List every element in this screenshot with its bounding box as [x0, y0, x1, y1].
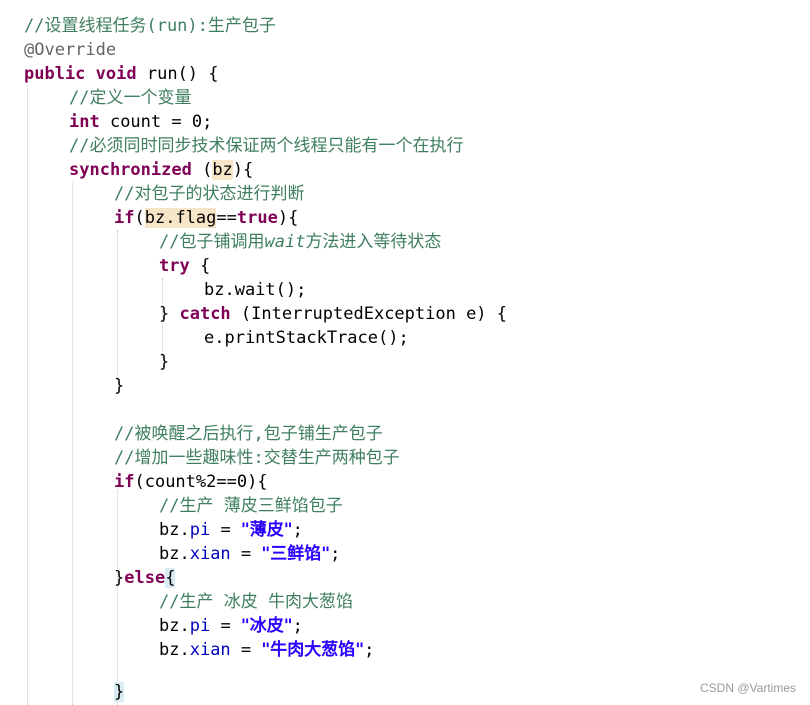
indent-guide: [72, 182, 73, 705]
code-line: //对包子的状态进行判断: [114, 182, 304, 206]
code-line: //设置线程任务(run):生产包子: [24, 14, 276, 38]
code-text: bz.: [159, 544, 190, 564]
code-text: run() {: [136, 64, 219, 84]
code-comment: wait: [264, 232, 306, 252]
code-editor[interactable]: //设置线程任务(run):生产包子 @Override public void…: [0, 0, 810, 705]
code-text: e.printStackTrace();: [204, 328, 409, 348]
keyword: if: [114, 472, 135, 492]
code-text: =: [210, 520, 241, 540]
code-comment: //设置线程任务(run):生产包子: [24, 16, 276, 36]
code-text: }: [159, 304, 180, 324]
code-line: if(bz.flag==true){: [114, 206, 298, 230]
code-text: }: [114, 376, 125, 396]
highlighted-variable: bz.flag: [144, 208, 217, 228]
code-text: (InterruptedException e) {: [230, 304, 508, 324]
code-comment: //被唤醒之后执行,包子铺生产包子: [114, 424, 383, 444]
indent-guide: [117, 230, 118, 380]
highlighted-variable: bz: [212, 160, 233, 180]
code-text: {: [189, 256, 211, 276]
code-text: ;: [364, 640, 375, 660]
code-line: int count = 0;: [69, 110, 212, 134]
code-text: (count%2==0){: [134, 472, 268, 492]
code-text: bz.: [159, 616, 190, 636]
code-comment: //生产 薄皮三鲜馅包子: [159, 496, 343, 516]
matching-brace: {: [165, 568, 176, 588]
code-text: ;: [292, 520, 303, 540]
code-comment: 方法进入等待状态: [305, 232, 442, 252]
code-line: }: [114, 374, 124, 398]
keyword: try: [159, 256, 190, 276]
code-comment: //定义一个变量: [69, 88, 192, 108]
code-line: //被唤醒之后执行,包子铺生产包子: [114, 422, 383, 446]
keyword: int: [69, 112, 100, 132]
code-line: bz.xian = "牛肉大葱馅";: [159, 638, 374, 662]
code-text: =: [210, 616, 241, 636]
watermark: CSDN @Vartimes: [700, 681, 796, 695]
code-comment: //对包子的状态进行判断: [114, 184, 305, 204]
keyword: synchronized: [69, 160, 192, 180]
field: pi: [189, 616, 211, 636]
string-literal: "牛肉大葱馅": [261, 640, 365, 660]
code-text: bz.: [159, 520, 190, 540]
code-line: try {: [159, 254, 210, 278]
keyword: if: [114, 208, 135, 228]
field: pi: [189, 520, 211, 540]
code-text: bz.: [159, 640, 190, 660]
code-line: //生产 薄皮三鲜馅包子: [159, 494, 343, 518]
code-line: bz.wait();: [204, 278, 306, 302]
code-text: (: [134, 208, 145, 228]
field: xian: [189, 544, 231, 564]
indent-guide: [117, 490, 118, 705]
keyword: void: [95, 64, 137, 84]
code-line: //包子铺调用wait方法进入等待状态: [159, 230, 441, 254]
code-line: //定义一个变量: [69, 86, 191, 110]
code-text: ;: [292, 616, 303, 636]
keyword: true: [236, 208, 278, 228]
string-literal: "薄皮": [240, 520, 293, 540]
indent-guide: [27, 86, 28, 705]
keyword: catch: [179, 304, 231, 324]
field: xian: [189, 640, 231, 660]
code-line: //增加一些趣味性:交替生产两种包子: [114, 446, 400, 470]
code-line: synchronized (bz){: [69, 158, 253, 182]
code-line: }: [159, 350, 169, 374]
code-text: (: [191, 160, 213, 180]
code-text: =: [230, 640, 262, 660]
keyword: public: [24, 64, 86, 84]
code-line: } catch (InterruptedException e) {: [159, 302, 507, 326]
code-text: =: [230, 544, 262, 564]
code-line: //必须同时同步技术保证两个线程只能有一个在执行: [69, 134, 463, 158]
code-line: public void run() {: [24, 62, 219, 86]
code-text: ;: [330, 544, 341, 564]
code-line: bz.xian = "三鲜馅";: [159, 542, 340, 566]
code-comment: //包子铺调用: [159, 232, 265, 252]
code-text: }: [159, 352, 170, 372]
code-line: //生产 冰皮 牛肉大葱馅: [159, 590, 353, 614]
code-comment: //生产 冰皮 牛肉大葱馅: [159, 592, 353, 612]
code-comment: //必须同时同步技术保证两个线程只能有一个在执行: [69, 136, 464, 156]
annotation: @Override: [24, 40, 117, 60]
code-line: if(count%2==0){: [114, 470, 268, 494]
code-text: bz.wait();: [204, 280, 307, 300]
string-literal: "三鲜馅": [261, 544, 331, 564]
code-comment: //增加一些趣味性:交替生产两种包子: [114, 448, 400, 468]
code-line: bz.pi = "冰皮";: [159, 614, 303, 638]
code-line: }else{: [114, 566, 176, 590]
code-text: }: [114, 568, 125, 588]
code-line: bz.pi = "薄皮";: [159, 518, 303, 542]
code-text: ){: [232, 160, 254, 180]
code-text: count = 0;: [99, 112, 213, 132]
code-text: ){: [277, 208, 299, 228]
string-literal: "冰皮": [240, 616, 293, 636]
keyword: else: [124, 568, 166, 588]
code-line: @Override: [24, 38, 116, 62]
code-line: e.printStackTrace();: [204, 326, 409, 350]
code-line: }: [114, 680, 125, 704]
code-text: ==: [216, 208, 237, 228]
matching-brace: }: [114, 682, 125, 702]
